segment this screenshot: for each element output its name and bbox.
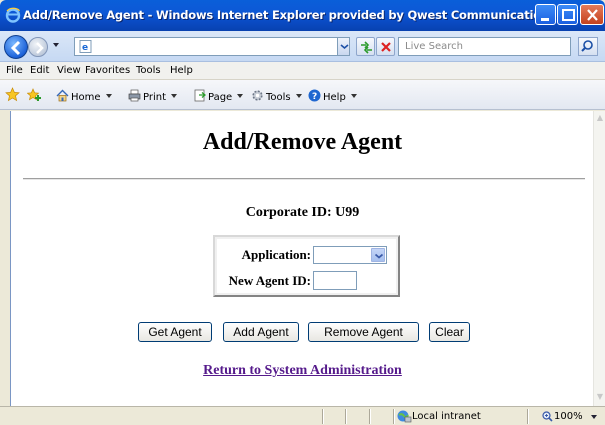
home-button[interactable]: Home xyxy=(56,89,112,103)
window-title: Add/Remove Agent - Windows Internet Expl… xyxy=(23,8,556,22)
scroll-up-icon[interactable]: ▲ xyxy=(595,113,605,123)
address-dropdown-button[interactable] xyxy=(337,37,350,56)
horizontal-rule xyxy=(23,178,585,180)
tools-label: Tools xyxy=(266,92,291,103)
maximize-button[interactable] xyxy=(557,4,578,25)
svg-text:?: ? xyxy=(312,92,317,102)
window-title-bar[interactable]: Add/Remove Agent - Windows Internet Expl… xyxy=(0,0,605,31)
tools-dropdown[interactable] xyxy=(295,94,302,98)
menu-view[interactable]: View xyxy=(57,65,81,76)
menu-tools[interactable]: Tools xyxy=(136,65,161,76)
chevron-down-icon xyxy=(374,253,384,259)
favorites-star-icon[interactable] xyxy=(5,87,20,102)
forward-button[interactable] xyxy=(28,37,48,57)
help-label: Help xyxy=(323,92,346,103)
status-divider xyxy=(393,409,395,424)
remove-agent-button[interactable]: Remove Agent xyxy=(308,322,419,342)
tools-button[interactable]: Tools xyxy=(251,89,302,103)
svg-text:e: e xyxy=(82,43,88,53)
help-button[interactable]: ? Help xyxy=(308,89,357,103)
status-divider xyxy=(527,409,529,424)
page-icon xyxy=(194,89,206,102)
refresh-icon xyxy=(361,41,372,54)
menu-edit[interactable]: Edit xyxy=(30,65,49,76)
zoom-magnifier-icon xyxy=(542,411,553,422)
minimize-button[interactable] xyxy=(535,4,556,25)
add-agent-button[interactable]: Add Agent xyxy=(223,322,299,342)
page-title: Add/Remove Agent xyxy=(202,129,403,155)
application-select[interactable] xyxy=(313,246,387,264)
agent-id-input[interactable] xyxy=(313,271,357,290)
search-input[interactable]: Live Search xyxy=(398,37,571,56)
stop-button[interactable] xyxy=(376,37,395,56)
printer-icon xyxy=(128,89,141,102)
internet-explorer-icon xyxy=(5,7,21,23)
back-arrow-icon xyxy=(10,40,21,56)
add-favorites-icon[interactable] xyxy=(27,87,42,102)
clear-button[interactable]: Clear xyxy=(429,322,470,342)
minimize-icon xyxy=(541,18,549,21)
security-zone-label[interactable]: Local intranet xyxy=(412,411,481,422)
page-dropdown[interactable] xyxy=(237,94,244,98)
menu-favorites[interactable]: Favorites xyxy=(85,65,130,76)
agent-form: Application: New Agent ID: xyxy=(213,235,400,297)
print-dropdown[interactable] xyxy=(171,94,178,98)
intranet-zone-icon xyxy=(397,410,412,423)
page-button[interactable]: Page xyxy=(193,89,244,103)
address-toolbar: e Live Search xyxy=(0,31,605,62)
select-arrow-button[interactable] xyxy=(371,248,385,262)
home-icon xyxy=(56,89,69,102)
status-bar: Local intranet 100% xyxy=(0,406,605,425)
print-button[interactable]: Print xyxy=(128,89,178,103)
page-icon: e xyxy=(79,40,92,53)
status-divider xyxy=(322,409,324,424)
help-icon: ? xyxy=(308,89,321,102)
page-label: Page xyxy=(208,92,233,103)
maximize-icon xyxy=(562,9,575,21)
zoom-dropdown[interactable] xyxy=(591,415,597,419)
help-dropdown[interactable] xyxy=(350,94,357,98)
vertical-scrollbar[interactable]: ▲ ▼ xyxy=(593,111,605,406)
back-button[interactable] xyxy=(4,35,28,59)
stop-icon xyxy=(381,42,391,52)
magnifier-icon xyxy=(581,40,593,52)
chevron-down-icon xyxy=(340,44,349,50)
search-button[interactable] xyxy=(578,37,598,56)
refresh-button[interactable] xyxy=(356,37,375,56)
home-dropdown[interactable] xyxy=(105,94,112,98)
home-label: Home xyxy=(71,92,101,103)
menu-bar: File Edit View Favorites Tools Help xyxy=(0,62,605,80)
application-label: Application: xyxy=(241,247,311,262)
recent-pages-dropdown[interactable] xyxy=(53,43,59,47)
corporate-id-text: Corporate ID: U99 xyxy=(245,205,360,220)
zoom-control[interactable]: 100% xyxy=(554,411,583,422)
page-content: Add/Remove Agent Corporate ID: U99 Appli… xyxy=(10,111,593,406)
menu-help[interactable]: Help xyxy=(170,65,193,76)
return-to-system-admin-link[interactable]: Return to System Administration xyxy=(11,363,594,379)
scroll-down-icon[interactable]: ▼ xyxy=(595,392,605,402)
menu-file[interactable]: File xyxy=(6,65,23,76)
close-button[interactable] xyxy=(580,4,604,25)
command-bar: Home Print Page Tools ? Help xyxy=(0,80,605,110)
status-divider xyxy=(369,409,371,424)
agent-id-label: New Agent ID: xyxy=(228,273,311,288)
forward-arrow-icon xyxy=(36,42,44,54)
get-agent-button[interactable]: Get Agent xyxy=(138,322,212,342)
print-label: Print xyxy=(143,92,167,103)
status-divider xyxy=(345,409,347,424)
close-icon xyxy=(587,9,598,21)
gear-icon xyxy=(252,90,263,101)
address-input[interactable]: e xyxy=(74,37,347,56)
